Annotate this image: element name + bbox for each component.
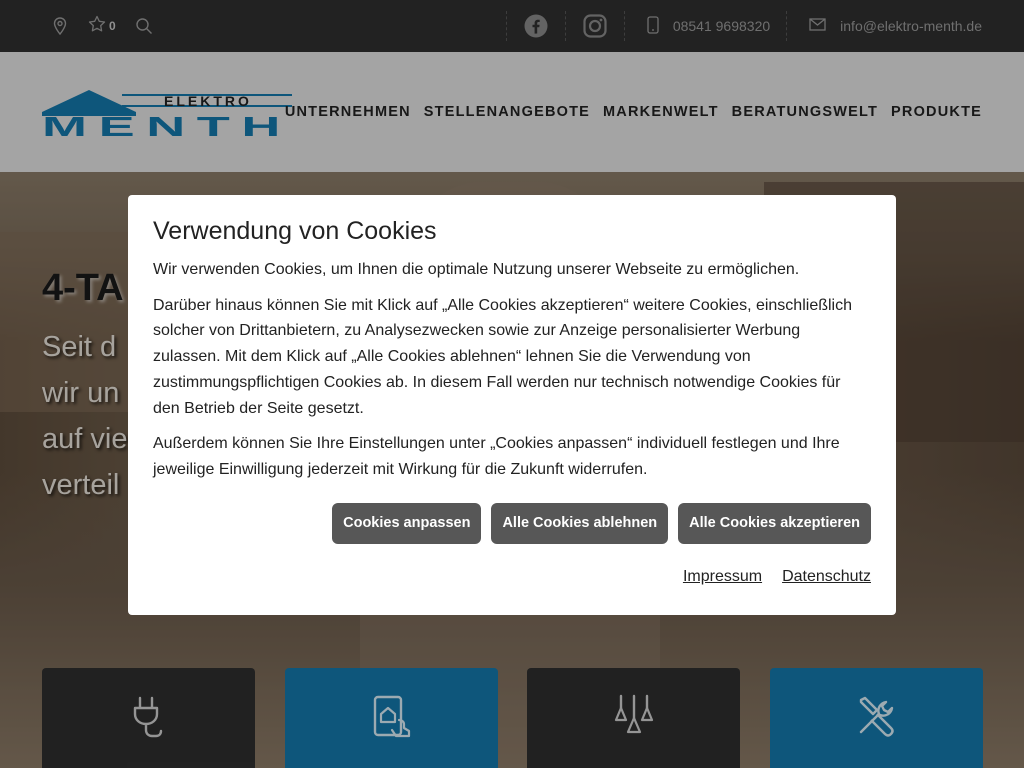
cookies-customize-button[interactable]: Cookies anpassen (332, 503, 482, 544)
cookie-dialog: Verwendung von Cookies Wir verwenden Coo… (128, 195, 896, 615)
cookies-reject-all-button[interactable]: Alle Cookies ablehnen (491, 503, 669, 544)
cookie-dialog-text: Außerdem können Sie Ihre Einstellungen u… (153, 435, 840, 478)
imprint-link[interactable]: Impressum (683, 568, 762, 586)
cookie-dialog-text: Darüber hinaus können Sie mit Klick auf … (153, 296, 852, 417)
privacy-link[interactable]: Datenschutz (782, 568, 871, 586)
cookies-accept-all-button[interactable]: Alle Cookies akzeptieren (678, 503, 871, 544)
cookie-dialog-links: Impressum Datenschutz (683, 568, 871, 586)
cookie-dialog-title: Verwendung von Cookies (153, 217, 437, 245)
cookie-dialog-text: Wir verwenden Cookies, um Ihnen die opti… (153, 261, 800, 278)
cookie-button-row: Cookies anpassen Alle Cookies ablehnen A… (332, 503, 871, 544)
